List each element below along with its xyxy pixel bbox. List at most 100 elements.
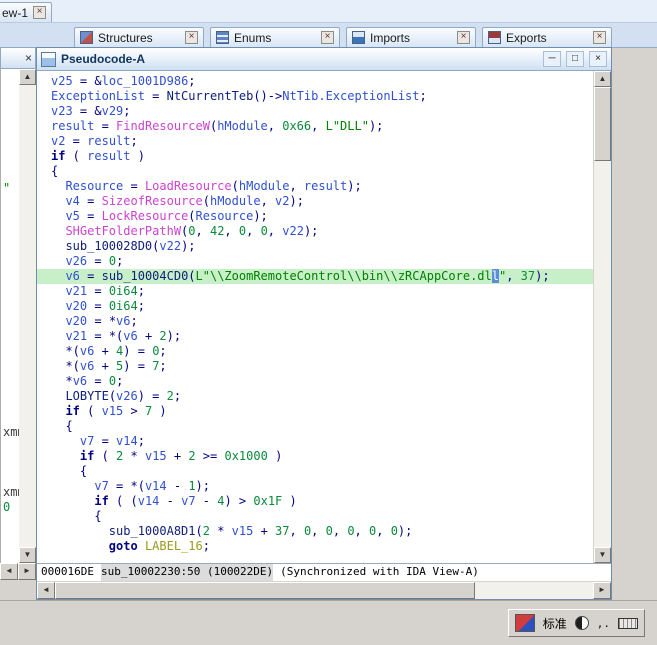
code-token[interactable]: =	[80, 194, 102, 208]
code-token[interactable]: 1	[188, 479, 195, 493]
left-panel-horizontal-scrollbar[interactable]: ◄ ►	[0, 563, 36, 580]
code-token[interactable]	[51, 194, 65, 208]
code-line[interactable]: v21 = 0i64;	[37, 284, 593, 299]
code-token[interactable]: =	[94, 434, 116, 448]
code-token[interactable]: ,	[246, 224, 260, 238]
code-token[interactable]: =	[87, 284, 109, 298]
tab-exports[interactable]: Exports×	[482, 27, 612, 47]
code-token[interactable]: (	[196, 524, 203, 538]
code-line[interactable]: SHGetFolderPathW(0, 42, 0, 0, v22);	[37, 224, 593, 239]
code-token[interactable]: LockResource	[102, 209, 189, 223]
code-token[interactable]: goto	[109, 539, 138, 553]
code-token[interactable]: = &	[73, 74, 102, 88]
code-token[interactable]: 2	[167, 389, 174, 403]
scroll-down-icon[interactable]: ▼	[594, 547, 611, 563]
code-token[interactable]	[51, 179, 65, 193]
code-token[interactable]: ) =	[138, 389, 167, 403]
code-token[interactable]: v14	[138, 494, 160, 508]
code-token[interactable]: 0	[188, 224, 195, 238]
code-token[interactable]: ,	[333, 524, 347, 538]
code-token[interactable]: )	[268, 449, 282, 463]
code-token[interactable]: L"\\ZoomRemoteControl\\bin\\zRCAppCore.d…	[196, 269, 492, 283]
code-line[interactable]: *(v6 + 5) = 7;	[37, 359, 593, 374]
code-token[interactable]: ( (	[109, 494, 138, 508]
code-token[interactable]: );	[369, 119, 383, 133]
code-token[interactable]: ;	[159, 344, 166, 358]
code-token[interactable]: ;	[138, 434, 145, 448]
code-token[interactable]: (	[80, 404, 102, 418]
code-token[interactable]: NtCurrentTeb	[167, 89, 254, 103]
scroll-down-icon[interactable]: ▼	[19, 547, 36, 563]
code-token[interactable]: {	[51, 164, 58, 178]
code-token[interactable]: =	[65, 134, 87, 148]
code-line[interactable]: {	[37, 419, 593, 434]
code-token[interactable]	[138, 539, 145, 553]
code-token[interactable]: =	[145, 89, 167, 103]
left-panel-titlebar[interactable]: ×	[0, 47, 36, 69]
code-token[interactable]: ) =	[123, 359, 152, 373]
code-token[interactable]	[51, 449, 80, 463]
code-token[interactable]: -	[196, 494, 218, 508]
code-line[interactable]: *v6 = 0;	[37, 374, 593, 389]
code-token[interactable]: v22	[282, 224, 304, 238]
code-token[interactable]: 37	[275, 524, 289, 538]
code-token[interactable]: ,	[506, 269, 520, 283]
code-token[interactable]: 42	[210, 224, 224, 238]
code-token[interactable]: v2	[275, 194, 289, 208]
code-token[interactable]	[51, 224, 65, 238]
code-token[interactable]: if	[65, 404, 79, 418]
code-token[interactable]	[51, 269, 65, 283]
code-token[interactable]: = &	[73, 104, 102, 118]
code-token[interactable]: (	[203, 194, 210, 208]
code-token[interactable]: v26	[65, 254, 87, 268]
code-line[interactable]: v5 = LockResource(Resource);	[37, 209, 593, 224]
pseudocode-titlebar[interactable]: Pseudocode-A ─ □ ×	[37, 48, 611, 71]
code-token[interactable]	[51, 299, 65, 313]
code-token[interactable]: ;	[123, 104, 130, 118]
code-token[interactable]: {	[51, 419, 73, 433]
code-line[interactable]: v23 = &v29;	[37, 104, 593, 119]
code-token[interactable]: v6	[80, 359, 94, 373]
scroll-right-icon[interactable]: ►	[18, 563, 36, 580]
code-line[interactable]: sub_1000A8D1(2 * v15 + 37, 0, 0, 0, 0, 0…	[37, 524, 593, 539]
close-button[interactable]: ×	[589, 51, 607, 67]
code-token[interactable]: -	[159, 494, 181, 508]
maximize-button[interactable]: □	[566, 51, 584, 67]
code-token[interactable]: 2	[203, 524, 210, 538]
code-token[interactable]: ,	[196, 224, 210, 238]
code-token[interactable]: =	[94, 119, 116, 133]
code-token[interactable]	[51, 404, 65, 418]
code-token[interactable]: =	[87, 254, 109, 268]
code-token[interactable]: result	[87, 149, 130, 163]
left-panel-vertical-scrollbar[interactable]: ▲ ▼	[19, 69, 36, 563]
code-token[interactable]: result	[87, 134, 130, 148]
code-token[interactable]: ;	[420, 89, 427, 103]
code-token[interactable]: =	[87, 374, 109, 388]
code-line-current[interactable]: v6 = sub_10004CD0(L"\\ZoomRemoteControl\…	[37, 269, 593, 284]
code-token[interactable]	[51, 284, 65, 298]
code-token[interactable]: );	[535, 269, 549, 283]
code-token[interactable]: 0	[109, 254, 116, 268]
code-token[interactable]: v15	[145, 449, 167, 463]
code-line[interactable]: v21 = *(v6 + 2);	[37, 329, 593, 344]
code-token[interactable]: ;	[131, 134, 138, 148]
code-token[interactable]: SHGetFolderPathW	[65, 224, 181, 238]
code-token[interactable]: 2	[159, 329, 166, 343]
code-token[interactable]: >	[123, 404, 145, 418]
code-token[interactable]: ;	[174, 389, 181, 403]
code-token[interactable]: v4	[65, 194, 79, 208]
code-token[interactable]: (	[109, 389, 116, 403]
code-token[interactable]: *(	[51, 359, 80, 373]
code-token[interactable]: ,	[268, 119, 282, 133]
code-token[interactable]: ;	[116, 254, 123, 268]
code-token[interactable]: ) >	[224, 494, 253, 508]
code-token[interactable]: ,	[311, 524, 325, 538]
code-token[interactable]: 0	[326, 524, 333, 538]
code-line[interactable]: sub_100028D0(v22);	[37, 239, 593, 254]
code-line[interactable]: v2 = result;	[37, 134, 593, 149]
code-token[interactable]	[51, 479, 94, 493]
code-token[interactable]: 0	[261, 224, 268, 238]
code-area[interactable]: v25 = &loc_1001D986;ExceptionList = NtCu…	[37, 71, 593, 563]
code-token[interactable]: sub_100028D0	[65, 239, 152, 253]
code-token[interactable]: 0i64	[109, 299, 138, 313]
